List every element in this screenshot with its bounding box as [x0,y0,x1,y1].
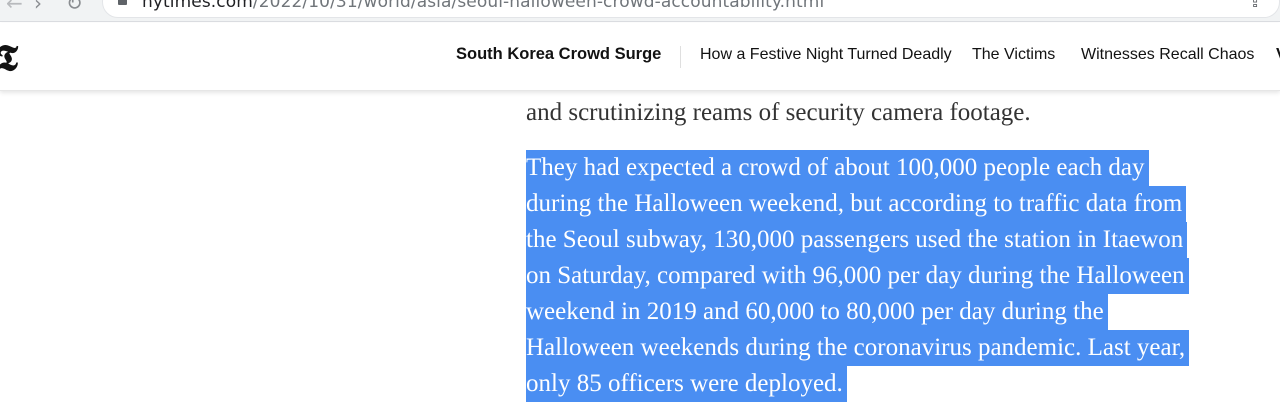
nyt-logo-icon[interactable]: 𝕿 [0,37,18,80]
browser-toolbar: ← › ↻ nytimes.com/2022/10/31/world/asia/… [0,0,1280,22]
nav-more-icon[interactable]: V [1276,46,1280,64]
selected-text-line[interactable]: the Seoul subway, 130,000 passengers use… [526,222,1188,258]
selected-text-line[interactable]: They had expected a crowd of about 100,0… [526,150,1149,186]
back-arrow-icon[interactable]: ← [6,0,23,15]
article-paragraph-previous: and scrutinizing reams of security camer… [526,99,1031,126]
lock-icon[interactable] [118,0,127,5]
forward-arrow-icon[interactable]: › [34,0,42,15]
section-title-link[interactable]: South Korea Crowd Surge [456,45,661,64]
nav-link-festive-night[interactable]: How a Festive Night Turned Deadly [700,46,952,64]
selected-text-line[interactable]: on Saturday, compared with 96,000 per da… [526,258,1189,294]
article-paragraph-selected[interactable]: They had expected a crowd of about 100,0… [526,150,1246,402]
nav-divider [680,46,681,68]
selected-text-line[interactable]: Halloween weekends during the coronaviru… [526,330,1190,366]
url-path: /2022/10/31/world/asia/seoul-halloween-c… [252,0,825,12]
selected-text-line[interactable]: only 85 officers were deployed. [526,366,847,402]
selected-text-line[interactable]: during the Halloween weekend, but accord… [526,186,1187,222]
url-text[interactable]: nytimes.com/2022/10/31/world/asia/seoul-… [142,0,824,12]
reload-icon[interactable]: ↻ [66,0,83,15]
nav-link-victims[interactable]: The Victims [972,46,1055,64]
site-header: 𝕿 South Korea Crowd Surge How a Festive … [0,23,1280,91]
nav-link-witnesses[interactable]: Witnesses Recall Chaos [1081,46,1254,64]
selected-text-line[interactable]: weekend in 2019 and 60,000 to 80,000 per… [526,294,1108,330]
share-icon[interactable]: ⇪ [1248,0,1262,12]
url-host: nytimes.com [142,0,253,12]
